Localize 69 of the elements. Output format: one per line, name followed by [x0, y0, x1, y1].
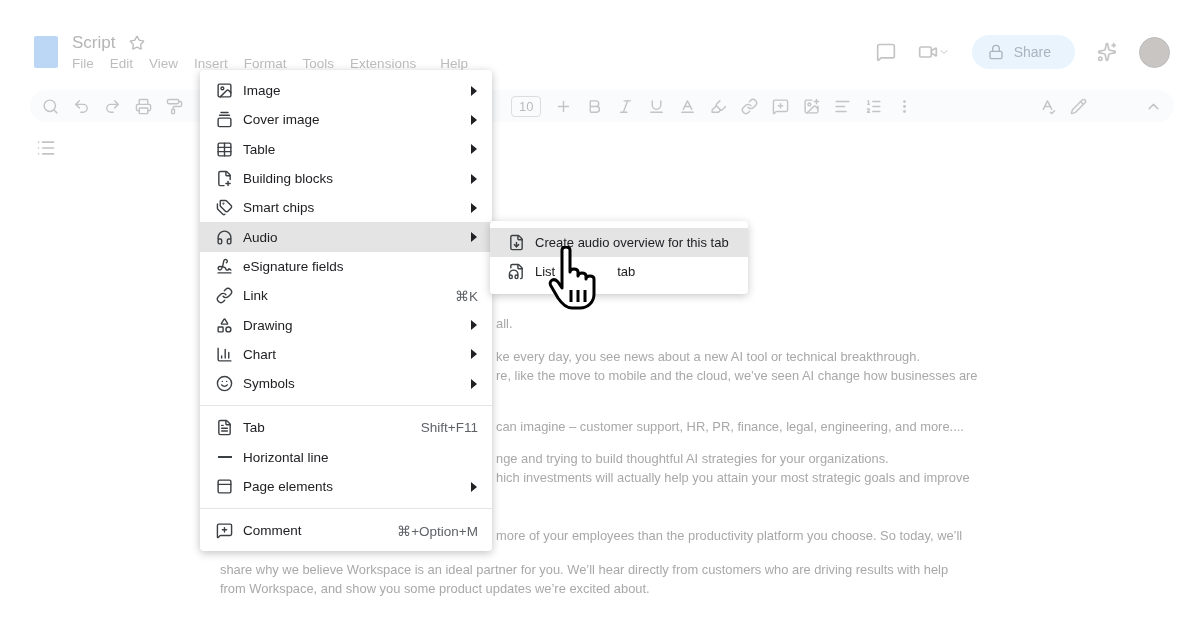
shortcut-text: ⌘K: [455, 287, 478, 304]
star-icon[interactable]: [129, 35, 146, 51]
table-icon: [216, 140, 233, 158]
shortcut-text: ⌘+Option+M: [397, 522, 478, 539]
menu-option[interactable]: Building blocks: [200, 163, 492, 194]
pencil-icon[interactable]: [1070, 97, 1087, 115]
stacked-image-icon: [216, 111, 233, 129]
body-text: nge and trying to build thoughtful AI strategies for your organizations.: [496, 450, 889, 468]
menu-option[interactable]: Table: [200, 134, 492, 164]
menu-option[interactable]: Comment ⌘+Option+M: [200, 516, 492, 546]
menu-option[interactable]: Chart: [200, 339, 492, 369]
underline-icon[interactable]: [648, 97, 666, 115]
body-text: all.: [496, 315, 513, 333]
link-icon[interactable]: [741, 97, 759, 115]
option-label: List: [535, 264, 556, 280]
menu-option[interactable]: Horizontal line: [200, 442, 492, 472]
docs-logo[interactable]: [34, 36, 58, 68]
sparkle-icon[interactable]: [1097, 42, 1117, 62]
bar-chart-icon: [216, 345, 233, 363]
comment-icon[interactable]: [875, 42, 896, 62]
menu-option[interactable]: Symbols: [200, 368, 492, 399]
shapes-icon: [216, 316, 233, 334]
file-download-icon: [508, 234, 525, 252]
body-text: more of your employees than the productivity platform you choose. So today, we’ll: [496, 527, 963, 545]
shortcut-text: Shift+F11: [420, 420, 478, 436]
option-label: tab: [617, 264, 636, 280]
tag-icon: [216, 199, 233, 217]
menu-option[interactable]: List tab: [490, 257, 748, 287]
body-text: hich investments will actually help you attain your most strategic goals and improve: [496, 469, 970, 487]
signature-icon: [216, 257, 233, 275]
document-icon: [216, 419, 233, 437]
menu-option[interactable]: Drawing: [200, 310, 492, 340]
lock-icon: [987, 44, 1004, 60]
menu-option[interactable]: Smart chips: [200, 193, 492, 223]
menu-option[interactable]: Image: [200, 76, 492, 106]
print-icon[interactable]: [135, 97, 152, 115]
paint-roller-icon[interactable]: [166, 97, 183, 115]
avatar[interactable]: [1139, 36, 1170, 68]
link-icon: [216, 287, 233, 305]
file-plus-icon: [216, 170, 233, 188]
body-text: can imagine – customer support, HR, PR, finance, legal, engineering, and more....: [496, 418, 964, 436]
undo-icon[interactable]: [73, 97, 90, 115]
panel-icon: [216, 478, 233, 495]
minus-icon: [217, 456, 232, 459]
line-spacing-icon[interactable]: [865, 97, 883, 115]
redo-icon[interactable]: [104, 97, 121, 115]
headphones-icon: [216, 228, 233, 246]
comment-add-icon: [216, 522, 233, 540]
body-text: from Workspace, and show you some product updates we’re excited about.: [220, 580, 650, 598]
text-color-icon[interactable]: [679, 97, 697, 115]
menu-option[interactable]: Link ⌘K: [200, 281, 492, 311]
search-icon[interactable]: [42, 97, 59, 115]
body-text: share why we believe Workspace is an ideal partner for you. We’ll hear directly from customers who are driving results with help: [220, 561, 949, 579]
menu-option[interactable]: eSignature fields: [200, 251, 492, 282]
menu-option[interactable]: Page elements: [200, 471, 492, 502]
comment-add-icon[interactable]: [772, 97, 790, 115]
highlighter-icon[interactable]: [710, 97, 728, 115]
body-text: ke every day, you see news about a new AI tool or technical breakthrough.: [496, 348, 920, 366]
image-icon: [216, 82, 233, 100]
outline-icon[interactable]: [36, 138, 56, 158]
audio-file-icon: [508, 263, 525, 281]
menu-option[interactable]: Create audio overview for this tab: [490, 228, 748, 258]
body-text: re, like the move to mobile and the cloud, we’ve seen AI change how businesses are: [496, 367, 978, 385]
smiley-icon: [216, 375, 233, 393]
menu-option[interactable]: Audio: [200, 222, 492, 252]
option-label: Create audio overview for this tab: [535, 235, 729, 251]
menu-option[interactable]: Tab Shift+F11: [200, 413, 492, 443]
image-icon[interactable]: [803, 97, 821, 115]
menu-option[interactable]: Cover image: [200, 105, 492, 135]
